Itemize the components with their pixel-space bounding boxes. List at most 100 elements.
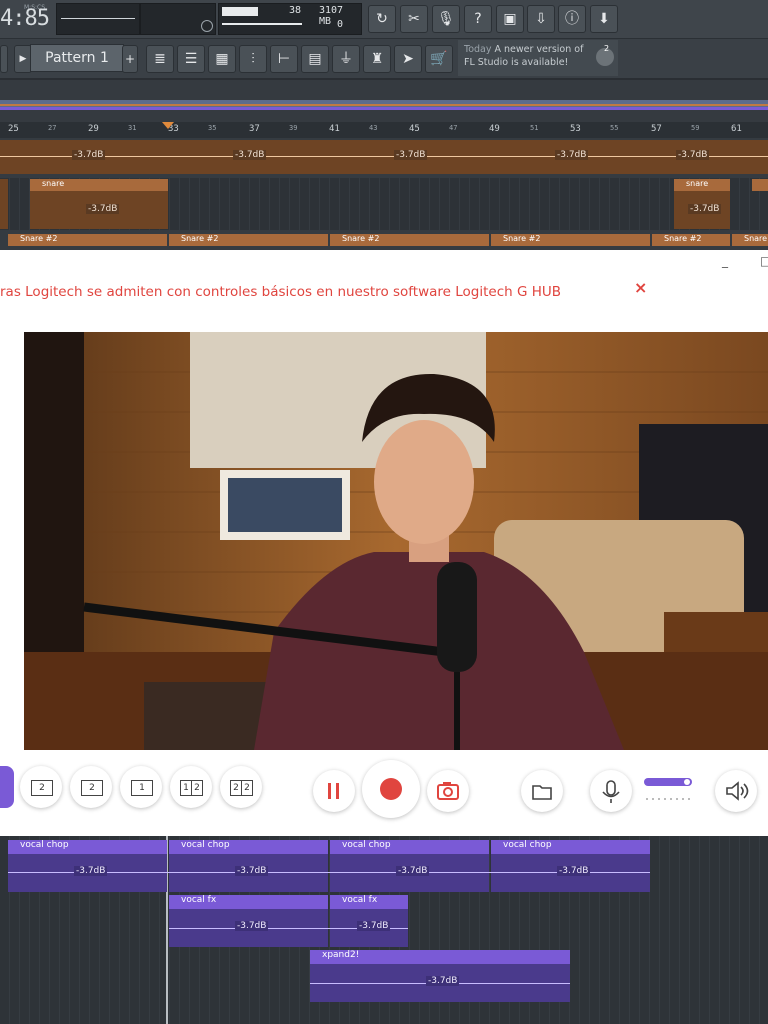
speaker-button[interactable] <box>715 770 757 812</box>
notification-message: ras Logitech se admiten con controles bá… <box>0 284 562 300</box>
snare-clip-header[interactable] <box>752 179 768 191</box>
ruler-tick: 49 <box>489 124 500 134</box>
snare2-pattern-clip[interactable]: Snare #2 <box>652 234 730 246</box>
ruler-tick: 35 <box>208 124 217 132</box>
slider-thumb[interactable] <box>684 779 690 785</box>
snare2-pattern-clip[interactable]: Snare #2 <box>169 234 328 246</box>
layout-pip-left-button[interactable]: 2 <box>70 766 112 808</box>
tempo-panel[interactable] <box>56 3 140 35</box>
time-unit-label: M:S:CS <box>24 4 46 11</box>
browser-icon[interactable]: ⊢ <box>270 45 298 73</box>
playlist-tracks-top: -3.7dB -3.7dB -3.7dB -3.7dB -3.7dB snare… <box>0 138 768 250</box>
news-text-2: FL Studio is available! <box>464 57 569 68</box>
vocal-chop-clip-header[interactable]: vocal chop <box>491 840 650 854</box>
ruler-tick: 59 <box>691 124 700 132</box>
snare2-pattern-clip[interactable]: Snare #2 <box>8 234 167 246</box>
plugin-icon[interactable]: ⏚ <box>332 45 360 73</box>
volume-label: -3.7dB <box>74 866 108 876</box>
snare-clip-header[interactable]: snare <box>674 179 730 191</box>
webcam-preview <box>24 332 768 750</box>
vocal-chop-clip-header[interactable]: vocal chop <box>8 840 167 854</box>
minimize-icon[interactable]: _ <box>722 254 728 268</box>
channel-rack-icon[interactable]: ▦ <box>208 45 236 73</box>
volume-label: -3.7dB <box>557 866 591 876</box>
snare2-pattern-clip[interactable]: Snare #2 <box>732 234 768 246</box>
snare-clip-body[interactable] <box>0 179 8 229</box>
file-icon[interactable]: ▤ <box>301 45 329 73</box>
ruler-tick: 39 <box>289 124 298 132</box>
open-folder-button[interactable] <box>521 770 563 812</box>
plug-icon[interactable]: ➤ <box>394 45 422 73</box>
layout-2-button[interactable]: 2 <box>20 766 62 808</box>
snare2-pattern-clip[interactable]: Snare #2 <box>330 234 489 246</box>
cut-tools-icon[interactable]: ✂ <box>400 5 428 33</box>
close-icon[interactable]: × <box>634 278 647 297</box>
vocal-fx-clip-header[interactable]: vocal fx <box>330 895 408 909</box>
layout-pip-right-button[interactable]: 1 <box>120 766 162 808</box>
record-icon <box>380 778 402 800</box>
pause-icon <box>328 783 331 799</box>
playlist-overview[interactable] <box>0 80 768 122</box>
volume-label: -3.7dB <box>357 921 391 931</box>
record-button[interactable] <box>362 760 420 818</box>
ruler-tick: 61 <box>731 124 742 134</box>
news-text-1: A newer version of <box>494 44 584 55</box>
ruler-tick: 41 <box>329 124 340 134</box>
pattern-selector[interactable]: Pattern 1 <box>30 44 124 72</box>
export-icon[interactable]: ⇩ <box>527 5 555 33</box>
layout-split-swap-button[interactable]: 2 2 <box>220 766 262 808</box>
volume-label: -3.7dB <box>233 150 267 160</box>
audio-clip-row-1[interactable] <box>0 140 768 174</box>
playlist-icon[interactable]: ≣ <box>146 45 174 73</box>
mic-volume-slider[interactable] <box>644 778 692 786</box>
mixer-icon[interactable]: ⫶ <box>239 45 267 73</box>
save-icon[interactable]: ▣ <box>496 5 524 33</box>
refresh-icon[interactable]: ↻ <box>368 5 396 33</box>
tempo-tap-icon[interactable]: ♜ <box>363 45 391 73</box>
master-panel[interactable] <box>140 3 216 35</box>
cpu-value: 38 <box>289 5 302 16</box>
layout-single-button[interactable] <box>0 766 14 808</box>
timeline-ruler[interactable]: 25 27 29 31 33 35 37 39 41 43 45 47 49 5… <box>0 122 768 138</box>
left-arrow-icon[interactable] <box>0 45 8 73</box>
layout-swap-right-label: 2 <box>241 780 253 796</box>
piano-roll-icon[interactable]: ☰ <box>177 45 205 73</box>
vocal-chop-clip-header[interactable]: vocal chop <box>330 840 489 854</box>
vocal-chop-clip-header[interactable]: vocal chop <box>169 840 328 854</box>
speaker-icon <box>726 781 749 801</box>
add-pattern-button[interactable]: + <box>122 45 138 73</box>
volume-label: -3.7dB <box>555 150 589 160</box>
vocal-fx-clip-header[interactable]: vocal fx <box>169 895 328 909</box>
restore-icon[interactable]: □ <box>760 254 768 268</box>
polyphony-value: 0 <box>337 19 344 30</box>
microphone-button[interactable] <box>590 770 632 812</box>
snapshot-button[interactable] <box>427 770 469 812</box>
ruler-tick: 29 <box>88 124 99 134</box>
news-panel[interactable]: Today A newer version of FL Studio is av… <box>458 40 618 76</box>
snare-clip-header[interactable]: snare <box>30 179 168 191</box>
mic-icon[interactable]: 🎙 <box>432 5 460 33</box>
playlist-tracks-bottom: vocal chop vocal chop vocal chop vocal c… <box>0 836 768 1024</box>
pause-icon-bar <box>336 783 339 799</box>
news-time: Today <box>464 44 492 55</box>
layout-split-right-label: 2 <box>191 780 203 796</box>
volume-label: -3.7dB <box>235 921 269 931</box>
pause-button[interactable] <box>313 770 355 812</box>
xpand-clip-header[interactable]: xpand2! <box>310 950 570 964</box>
volume-label: -3.7dB <box>394 150 428 160</box>
ruler-tick: 45 <box>409 124 420 134</box>
download-icon[interactable]: ⬇ <box>590 5 618 33</box>
logitech-notification: ras Logitech se admiten con controles bá… <box>0 250 768 329</box>
snare2-pattern-clip[interactable]: Snare #2 <box>491 234 650 246</box>
ruler-tick: 27 <box>48 124 57 132</box>
help-icon[interactable]: ? <box>464 5 492 33</box>
ruler-tick: 53 <box>570 124 581 134</box>
news-badge: 2 <box>604 44 610 53</box>
volume-label: -3.7dB <box>396 866 430 876</box>
cart-icon[interactable]: 🛒 <box>425 45 453 73</box>
playhead-marker[interactable] <box>162 122 174 129</box>
info-icon[interactable]: ⓘ <box>558 5 586 33</box>
layout-split-button[interactable]: 1 2 <box>170 766 212 808</box>
ruler-tick: 57 <box>651 124 662 134</box>
layout-2-label: 2 <box>31 780 53 796</box>
